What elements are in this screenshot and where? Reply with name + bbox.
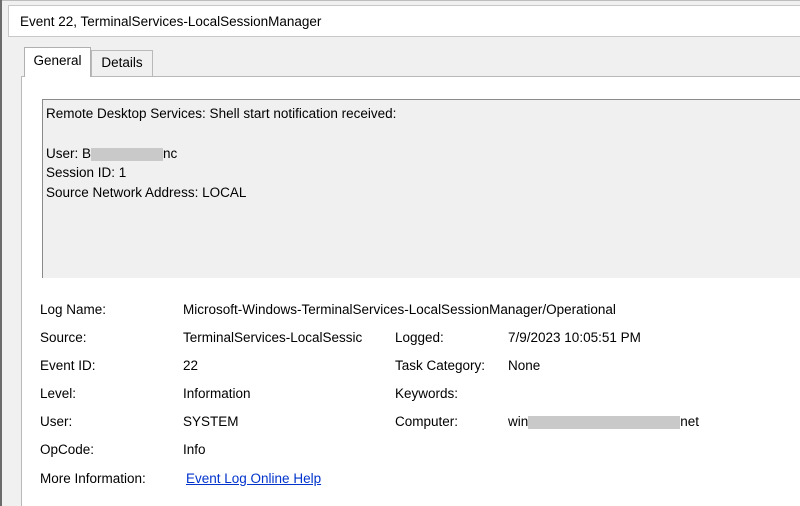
description-user-suffix: nc bbox=[163, 146, 178, 161]
event-title-bar: Event 22, TerminalServices-LocalSessionM… bbox=[8, 5, 800, 37]
log-name-label: Log Name: bbox=[40, 302, 107, 317]
logged-label: Logged: bbox=[395, 330, 444, 345]
description-user: User: B nc bbox=[46, 146, 177, 161]
event-id-label: Event ID: bbox=[40, 358, 96, 373]
redacted-username bbox=[91, 147, 164, 161]
computer-suffix: net bbox=[680, 414, 700, 429]
level-label: Level: bbox=[40, 386, 77, 401]
tab-general[interactable]: General bbox=[24, 47, 91, 77]
event-description-box[interactable]: Remote Desktop Services: Shell start not… bbox=[42, 99, 800, 278]
computer-label: Computer: bbox=[395, 414, 459, 429]
source-label: Source: bbox=[40, 330, 87, 345]
event-properties-window: Event 22, TerminalServices-LocalSessionM… bbox=[0, 0, 800, 506]
more-information-label: More Information: bbox=[40, 471, 146, 486]
computer-prefix: win bbox=[508, 414, 529, 429]
keywords-label: Keywords: bbox=[395, 386, 459, 401]
event-title: Event 22, TerminalServices-LocalSessionM… bbox=[20, 14, 322, 29]
level-value: Information bbox=[183, 386, 251, 401]
task-category-value: None bbox=[508, 358, 541, 373]
description-session: Session ID: 1 bbox=[46, 165, 127, 180]
user-value: SYSTEM bbox=[183, 414, 239, 429]
source-value: TerminalServices-LocalSessic bbox=[183, 330, 363, 345]
event-id-value: 22 bbox=[183, 358, 199, 373]
redacted-computer-name bbox=[528, 415, 681, 429]
window-top-border bbox=[2, 0, 800, 4]
user-label: User: bbox=[40, 414, 73, 429]
event-log-online-help-link[interactable]: Event Log Online Help bbox=[186, 471, 321, 486]
computer-value: win net bbox=[508, 414, 699, 429]
logged-value: 7/9/2023 10:05:51 PM bbox=[508, 330, 641, 345]
log-name-value: Microsoft-Windows-TerminalServices-Local… bbox=[183, 302, 616, 317]
opcode-label: OpCode: bbox=[40, 442, 95, 457]
task-category-label: Task Category: bbox=[395, 358, 486, 373]
description-user-prefix: User: B bbox=[46, 146, 92, 161]
description-heading: Remote Desktop Services: Shell start not… bbox=[46, 106, 397, 121]
tab-details[interactable]: Details bbox=[91, 50, 153, 76]
opcode-value: Info bbox=[183, 442, 206, 457]
description-source-address: Source Network Address: LOCAL bbox=[46, 185, 247, 200]
